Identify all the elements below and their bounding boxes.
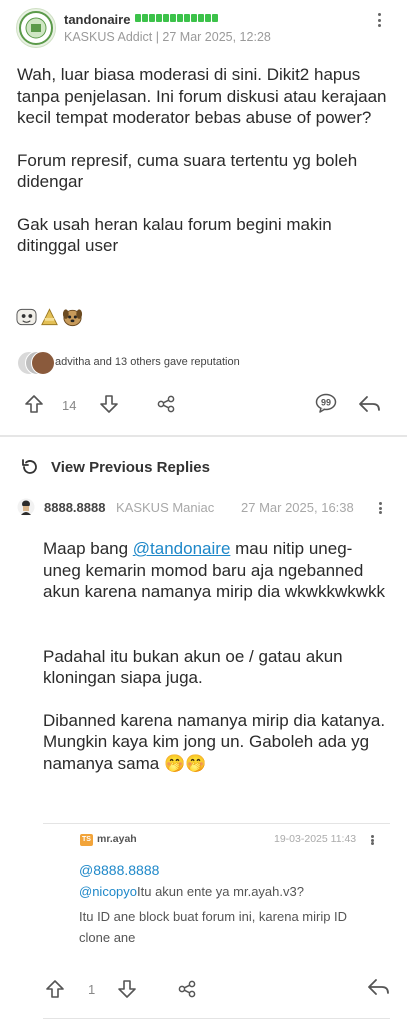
view-previous-replies[interactable]: View Previous Replies	[51, 459, 210, 476]
reply-paragraph: Dibanned karena namanya mirip dia katany…	[43, 710, 386, 773]
reply-avatar[interactable]	[17, 498, 35, 516]
post-paragraph: Forum represif, cuma suara tertentu yg b…	[17, 150, 358, 192]
reply-time: 27 Mar 2025, 16:38	[241, 500, 354, 515]
emoji-row	[16, 306, 83, 328]
reply-upvote-arrow-icon[interactable]	[45, 979, 65, 999]
user-avatar[interactable]	[16, 8, 56, 48]
post-paragraph: Gak usah heran kalau forum begini makin …	[17, 214, 332, 256]
more-options-icon[interactable]	[372, 11, 386, 29]
upvote-count: 14	[62, 398, 77, 413]
reputation-text[interactable]: advitha and 13 others gave reputation	[55, 356, 240, 368]
reply-upvote-count: 1	[88, 982, 96, 997]
bottom-divider	[43, 1018, 390, 1019]
reputation-avatars[interactable]	[17, 350, 55, 375]
reply-username[interactable]: 8888.8888	[44, 500, 105, 515]
avatar-logo-icon	[19, 11, 53, 45]
reply-share-icon[interactable]	[177, 980, 197, 998]
reply-paragraph: Padahal itu bukan akun oe / gatau akun k…	[43, 646, 343, 688]
nested-more-options-icon[interactable]	[365, 833, 379, 847]
reply-downvote-arrow-icon[interactable]	[117, 979, 137, 999]
nested-text-line: Itu ID ane block buat forum ini, karena …	[79, 909, 348, 945]
nested-time: 19-03-2025 11:43	[274, 833, 357, 845]
share-icon[interactable]	[156, 395, 176, 413]
reply-rank: KASKUS Maniac	[116, 500, 215, 515]
reply-icon[interactable]	[357, 394, 381, 414]
sticker-face-icon	[16, 308, 37, 326]
nested-mention[interactable]: @8888.8888	[79, 862, 159, 878]
ts-badge: TS	[80, 834, 93, 846]
mention-link[interactable]: @tandonaire	[133, 539, 231, 558]
reputation-bar	[135, 14, 218, 23]
quote-icon[interactable]: 99	[315, 393, 337, 413]
svg-text:99: 99	[321, 398, 331, 408]
reply-more-options-icon[interactable]	[373, 500, 387, 516]
nested-divider	[43, 823, 390, 824]
reply-body: Maap bang @tandonaire mau nitip uneg-une…	[43, 538, 388, 774]
sticker-poop-icon	[41, 308, 58, 326]
nested-text-segment: Itu akun ente ya mr.ayah.v3?	[137, 884, 304, 899]
upvote-arrow-icon[interactable]	[24, 394, 44, 414]
post-paragraph: Wah, luar biasa moderasi di sini. Dikit2…	[17, 65, 387, 127]
post-meta: KASKUS Addict | 27 Mar 2025, 12:28	[64, 30, 271, 44]
sticker-dog-icon	[62, 309, 83, 327]
refresh-history-icon[interactable]	[20, 457, 40, 477]
nested-username[interactable]: mr.ayah	[97, 833, 137, 845]
downvote-arrow-icon[interactable]	[99, 394, 119, 414]
reply-reply-icon[interactable]	[366, 977, 390, 997]
nested-tag-link[interactable]: @nicopyo	[79, 884, 137, 899]
nested-text-line: @nicopyoItu akun ente ya mr.ayah.v3?	[79, 884, 304, 899]
shushing-emoji-icon: 🤭🤭	[163, 753, 207, 773]
reply-text-segment: Maap bang	[43, 539, 133, 558]
section-divider	[0, 435, 407, 437]
post-username[interactable]: tandonaire	[64, 12, 130, 27]
post-body: Wah, luar biasa moderasi di sini. Dikit2…	[17, 64, 387, 257]
